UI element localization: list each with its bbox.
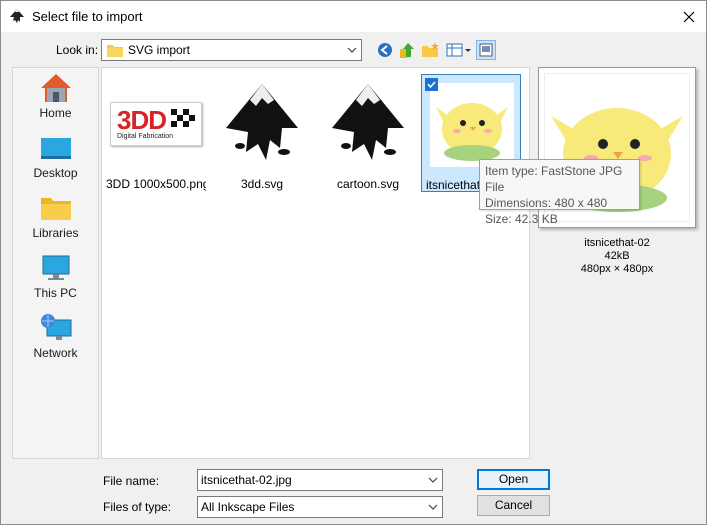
up-folder-icon: [400, 43, 414, 58]
view-menu-icon: [446, 43, 471, 57]
preview-info: itsnicethat-02 42kB 480px × 480px: [538, 237, 696, 276]
close-button[interactable]: [672, 1, 706, 32]
tooltip-item-type: Item type: FastStone JPG File: [485, 164, 623, 194]
file-name: 3dd.svg: [240, 177, 284, 191]
place-network[interactable]: Network: [13, 312, 98, 370]
preview-size: 42kB: [604, 250, 630, 262]
libraries-icon: [40, 198, 71, 220]
logo-image: 3DD Digital Fabrication: [110, 102, 202, 146]
chevron-down-icon: [347, 44, 357, 58]
cancel-button[interactable]: Cancel: [477, 495, 550, 516]
places-sidebar: Home Desktop Libraries This PC Network: [12, 67, 99, 459]
inkscape-icon: [9, 8, 25, 24]
open-button[interactable]: Open: [477, 469, 550, 490]
new-folder-button[interactable]: [421, 40, 441, 60]
file-name: 3DD 1000x500.png: [106, 177, 206, 191]
window-title: Select file to import: [32, 9, 143, 24]
this-pc-icon: [42, 255, 69, 280]
new-folder-icon: [422, 42, 439, 57]
folder-icon: [107, 43, 123, 60]
file-thumbnail: [318, 74, 418, 174]
file-item[interactable]: 3DD Digital Fabrication 3DD 1000x500.png: [106, 74, 206, 192]
place-home[interactable]: Home: [13, 72, 98, 130]
close-icon: [683, 11, 695, 22]
file-name-input[interactable]: [198, 470, 422, 490]
logo-text: 3DD: [117, 105, 167, 135]
up-folder-button[interactable]: [398, 40, 418, 60]
place-libraries-label: Libraries: [32, 226, 79, 240]
back-button[interactable]: [375, 40, 395, 60]
chevron-down-icon: [428, 501, 438, 515]
chick-image: [430, 83, 514, 167]
desktop-icon: [40, 138, 71, 159]
file-item[interactable]: cartoon.svg: [318, 74, 418, 192]
preview-toggle-button[interactable]: [476, 40, 496, 60]
file-name-combo[interactable]: [197, 469, 443, 491]
item-tooltip: Item type: FastStone JPG File Dimensions…: [479, 159, 640, 226]
inkscape-logo-icon: [332, 84, 404, 160]
checker-mark-icon: [171, 109, 195, 127]
tooltip-size: Size: 42.3 KB: [485, 212, 558, 226]
place-this-pc-label: This PC: [34, 286, 77, 300]
preview-filename: itsnicethat-02: [584, 237, 650, 249]
checkmark-icon: [427, 81, 436, 89]
file-list[interactable]: 3DD Digital Fabrication 3DD 1000x500.png…: [101, 67, 530, 459]
file-type-value: All Inkscape Files: [201, 500, 295, 514]
place-network-label: Network: [33, 346, 78, 360]
preview-dimensions: 480px × 480px: [580, 263, 654, 275]
title-bar: Select file to import: [1, 1, 706, 32]
look-in-combo[interactable]: SVG import: [101, 39, 362, 61]
place-desktop[interactable]: Desktop: [13, 132, 98, 190]
file-thumbnail: 3DD Digital Fabrication: [106, 74, 206, 174]
file-thumbnail: [212, 74, 312, 174]
look-in-value: SVG import: [128, 43, 191, 57]
import-dialog: Select file to import Look in: SVG impor…: [0, 0, 707, 525]
selection-checkbox[interactable]: [425, 78, 438, 91]
place-this-pc[interactable]: This PC: [13, 252, 98, 310]
chevron-down-icon[interactable]: [428, 474, 438, 488]
file-name-label: File name:: [103, 474, 160, 488]
inkscape-logo-icon: [226, 84, 298, 160]
look-in-label: Look in:: [56, 43, 99, 57]
file-item[interactable]: 3dd.svg: [212, 74, 312, 192]
place-libraries[interactable]: Libraries: [13, 192, 98, 250]
file-name: cartoon.svg: [336, 177, 400, 191]
home-icon: [40, 74, 71, 102]
preview-icon: [479, 43, 493, 57]
network-icon: [40, 314, 71, 340]
tooltip-dimensions: Dimensions: 480 x 480: [485, 196, 608, 210]
back-arrow-icon: [378, 43, 392, 57]
file-type-label: Files of type:: [103, 500, 172, 514]
file-type-select[interactable]: All Inkscape Files: [197, 496, 443, 518]
place-home-label: Home: [39, 106, 72, 120]
place-desktop-label: Desktop: [33, 166, 78, 180]
logo-subtext: Digital Fabrication: [117, 133, 174, 140]
view-menu-button[interactable]: [445, 40, 473, 60]
